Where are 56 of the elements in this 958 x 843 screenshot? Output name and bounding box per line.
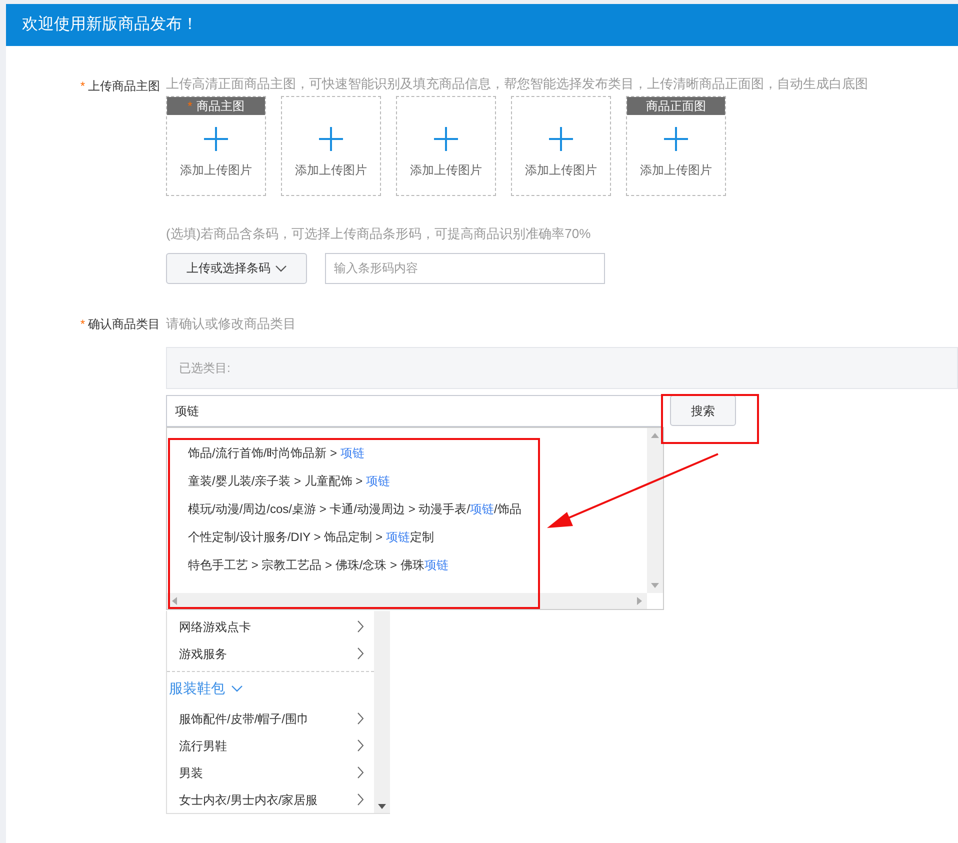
required-mark: * [80, 316, 85, 332]
chevron-down-icon [274, 264, 286, 272]
page-title: 欢迎使用新版商品发布！ [22, 14, 198, 35]
upload-slot[interactable]: 添加上传图片 [281, 96, 381, 196]
field-label: 上传商品主图 [88, 78, 160, 95]
category-item[interactable]: 服饰配件/皮带/帽子/围巾 [167, 705, 374, 732]
barcode-button[interactable]: 上传或选择条码 [166, 252, 307, 284]
category-item[interactable]: 网络游戏点卡 [167, 613, 374, 640]
barcode-input[interactable]: 输入条形码内容 [325, 252, 605, 284]
upload-slot[interactable]: 添加上传图片 [396, 96, 496, 196]
slot-tag-text: 商品正面图 [646, 98, 706, 115]
plus-icon [434, 127, 458, 151]
suggestion-item[interactable]: 个性定制/设计服务/DIY > 饰品定制 > 项链定制 [188, 528, 647, 556]
category-item[interactable]: 流行男鞋 [167, 732, 374, 759]
scrollbar[interactable] [167, 593, 647, 609]
plus-icon [664, 127, 688, 151]
category-item[interactable]: 女士内衣/男士内衣/家居服 [167, 786, 374, 813]
hint-text: 上传高清正面商品主图，可快速智能识别及填充商品信息，帮您智能选择发布类目，上传清晰商品正面图，自动生成白底图 [166, 76, 868, 92]
suggestion-item[interactable]: 模玩/动漫/周边/cos/桌游 > 卡通/动漫周边 > 动漫手表/项链/饰品 [188, 500, 647, 528]
category-item[interactable]: 男装 [167, 759, 374, 786]
upload-label: 添加上传图片 [640, 162, 712, 179]
suggestion-item[interactable]: 童装/婴儿装/亲子装 > 儿童配饰 > 项链 [188, 472, 647, 500]
plus-icon [549, 127, 573, 151]
search-button[interactable]: 搜索 [670, 395, 736, 426]
category-search-input[interactable]: 项链 [166, 395, 663, 427]
suggestion-item[interactable]: 饰品/流行首饰/时尚饰品新 > 项链 [188, 444, 647, 472]
chevron-right-icon [357, 712, 364, 725]
upload-label: 添加上传图片 [525, 162, 597, 179]
scrollbar[interactable] [647, 428, 663, 593]
slot-tag-text: 商品主图 [196, 98, 244, 115]
upload-slot[interactable]: 商品正面图 添加上传图片 [626, 96, 726, 196]
upload-slot[interactable]: 添加上传图片 [511, 96, 611, 196]
required-mark: * [188, 98, 192, 115]
scroll-right-arrow-icon[interactable] [637, 597, 642, 605]
hint-text: (选填)若商品含条码，可选择上传商品条形码，可提高商品识别准确率70% [166, 225, 592, 243]
category-item[interactable]: 游戏服务 [167, 640, 374, 667]
scrollbar[interactable] [374, 611, 390, 813]
scroll-down-arrow-icon[interactable] [378, 804, 386, 809]
upload-slot[interactable]: * 商品主图 添加上传图片 [166, 96, 266, 196]
scroll-up-arrow-icon[interactable] [651, 433, 659, 438]
required-mark: * [80, 78, 85, 95]
chevron-right-icon [357, 620, 364, 633]
field-label: 确认商品类目 [88, 316, 160, 332]
chevron-right-icon [357, 647, 364, 660]
plus-icon [319, 127, 343, 151]
chevron-right-icon [357, 766, 364, 779]
upload-label: 添加上传图片 [180, 162, 252, 179]
scroll-left-arrow-icon[interactable] [172, 597, 177, 605]
upload-label: 添加上传图片 [295, 162, 367, 179]
chevron-right-icon [357, 739, 364, 752]
upload-label: 添加上传图片 [410, 162, 482, 179]
hint-text: 请确认或修改商品类目 [165, 314, 296, 332]
selected-label: 已选类目: [179, 360, 230, 377]
plus-icon [204, 127, 228, 151]
suggestion-item[interactable]: 特色手工艺 > 宗教工艺品 > 佛珠/念珠 > 佛珠项链 [188, 556, 647, 584]
chevron-right-icon [357, 793, 364, 806]
